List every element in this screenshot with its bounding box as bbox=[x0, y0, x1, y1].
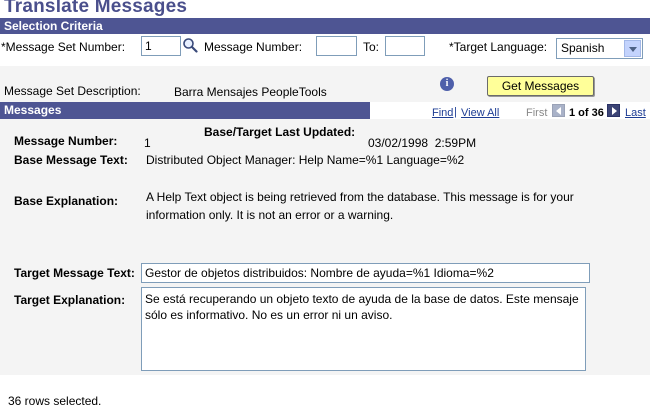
base-message-text-label: Base Message Text: bbox=[14, 153, 128, 167]
base-message-text-value: Distributed Object Manager: Help Name=%1… bbox=[146, 153, 465, 167]
nav-separator: | bbox=[454, 106, 457, 118]
message-number-label: Message Number: bbox=[204, 40, 303, 54]
info-icon[interactable]: i bbox=[440, 77, 454, 91]
target-message-text-label: Target Message Text: bbox=[14, 266, 135, 280]
row-position: 1 of 36 bbox=[569, 107, 604, 119]
find-link[interactable]: Find bbox=[432, 107, 453, 119]
page-title: Translate Messages bbox=[4, 0, 188, 17]
base-explanation-value: A Help Text object is being retrieved fr… bbox=[146, 190, 574, 222]
message-number-detail-value: 1 bbox=[144, 136, 151, 150]
message-number-input[interactable] bbox=[316, 36, 357, 56]
next-arrow-icon[interactable] bbox=[607, 104, 620, 117]
target-language-label: *Target Language: bbox=[449, 40, 548, 54]
target-language-value: Spanish bbox=[561, 41, 605, 55]
target-explanation-textarea[interactable]: Se está recuperando un objeto texto de a… bbox=[141, 287, 586, 371]
chevron-down-icon[interactable] bbox=[624, 40, 641, 57]
target-explanation-label: Target Explanation: bbox=[14, 293, 126, 307]
message-number-detail-label: Message Number: bbox=[14, 134, 118, 148]
first-label: First bbox=[526, 107, 548, 119]
base-explanation-label: Base Explanation: bbox=[14, 194, 119, 208]
last-updated-label: Base/Target Last Updated: bbox=[204, 125, 356, 139]
selection-criteria-header: Selection Criteria bbox=[0, 18, 650, 35]
lookup-icon[interactable] bbox=[182, 37, 198, 56]
message-set-number-input[interactable]: 1 bbox=[141, 36, 181, 56]
target-language-select[interactable]: Spanish bbox=[556, 38, 643, 59]
message-set-number-label: *Message Set Number: bbox=[1, 40, 126, 54]
message-set-description-label: Message Set Description: bbox=[4, 84, 141, 98]
previous-arrow-icon[interactable] bbox=[552, 104, 565, 117]
last-updated-value: 03/02/1998 2:59PM bbox=[368, 136, 477, 150]
get-messages-button[interactable]: Get Messages bbox=[487, 76, 594, 96]
to-input[interactable] bbox=[385, 36, 425, 56]
to-label: To: bbox=[363, 40, 380, 54]
message-set-description-value: Barra Mensajes PeopleTools bbox=[174, 85, 327, 99]
rows-selected-status: 36 rows selected. bbox=[8, 394, 102, 408]
view-all-link[interactable]: View All bbox=[461, 107, 499, 119]
target-message-text-input[interactable]: Gestor de objetos distribuidos: Nombre d… bbox=[141, 263, 590, 283]
messages-header-label: Messages bbox=[4, 103, 62, 117]
last-link[interactable]: Last bbox=[625, 107, 646, 119]
